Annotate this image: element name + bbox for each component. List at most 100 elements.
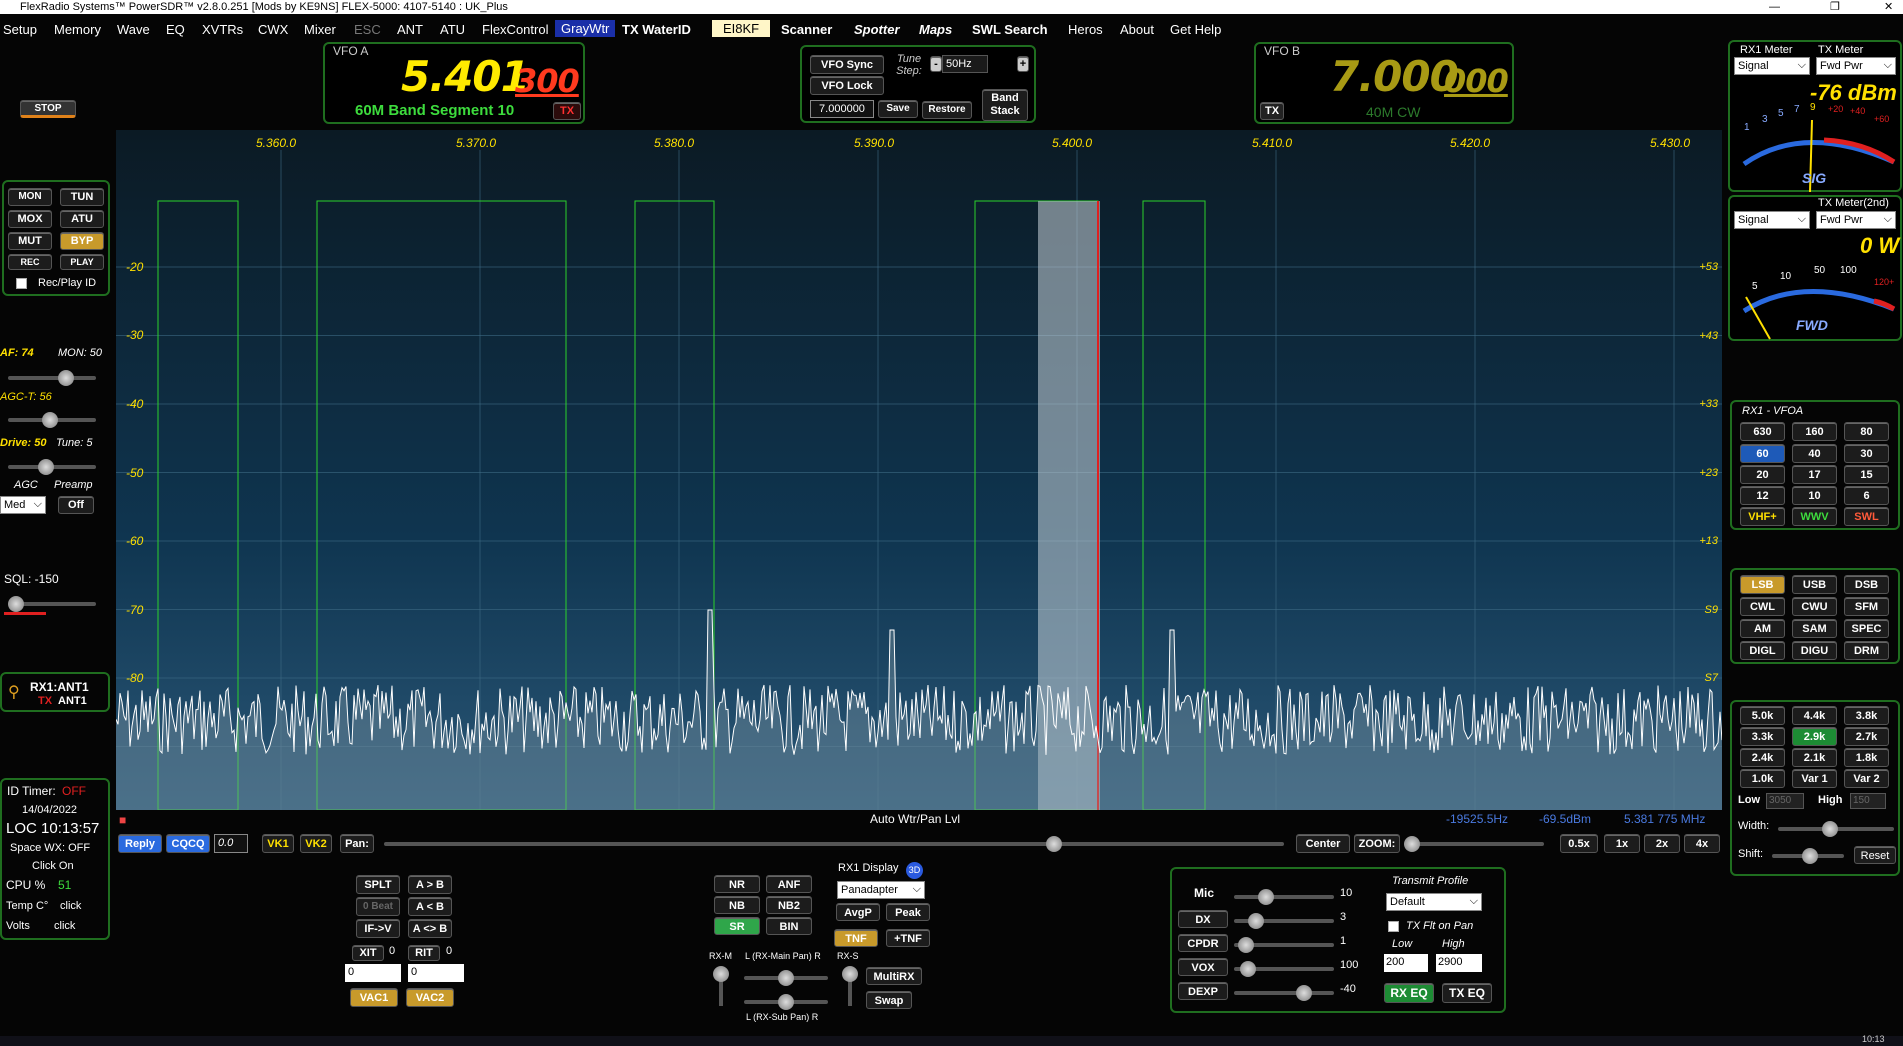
b-to-a-button[interactable]: A < B [408,897,452,916]
band-stack-button[interactable]: Band Stack [982,89,1028,121]
band-160-button[interactable]: 160 [1792,422,1837,441]
mode-am-button[interactable]: AM [1740,619,1785,638]
band-630-button[interactable]: 630 [1740,422,1785,441]
tx-filter-checkbox[interactable] [1388,921,1399,932]
tune-step-value[interactable]: 50Hz [942,55,988,73]
zoom-4x-button[interactable]: 4x [1684,834,1720,853]
tune-step-plus[interactable]: + [1017,56,1029,72]
agct-slider[interactable] [8,412,96,428]
zoom-slider-knob[interactable] [1404,836,1420,852]
mon-button[interactable]: MON [8,188,52,206]
rx-s-slider[interactable] [842,966,858,1006]
mode-drm-button[interactable]: DRM [1844,641,1889,660]
sql-slider-knob[interactable] [8,596,24,612]
filter-var1-button[interactable]: Var 1 [1792,769,1837,788]
mode-sfm-button[interactable]: SFM [1844,597,1889,616]
mox-button[interactable]: MOX [8,210,52,228]
rit-input[interactable]: 0 [408,964,464,982]
nr-button[interactable]: NR [714,875,760,893]
band-20-button[interactable]: 20 [1740,465,1785,484]
main-pan-slider-knob[interactable] [778,970,794,986]
3d-button[interactable]: 3D [906,862,923,879]
cq-number-input[interactable]: 0.0 [214,834,248,853]
menu-memory[interactable]: Memory [54,22,101,37]
bin-button[interactable]: BIN [766,917,812,935]
split-button[interactable]: SPLT [356,875,400,894]
pan-auto-level[interactable]: Auto Wtr/Pan Lvl [870,812,960,826]
filter-high-input[interactable]: 150 [1850,793,1886,809]
filter-shift-slider-knob[interactable] [1802,848,1818,864]
rx1-meter-select[interactable]: Signal [1734,57,1810,75]
mut-button[interactable]: MUT [8,232,52,250]
dexp-button[interactable]: DEXP [1178,982,1228,1000]
filter-low-input[interactable]: 3050 [1766,793,1804,809]
rx-s-slider-knob[interactable] [842,966,858,982]
menu-esc[interactable]: ESC [354,22,381,37]
maximize-button[interactable]: ❐ [1830,0,1840,14]
menu-graywtr[interactable]: GrayWtr [555,20,616,37]
tune-step-minus[interactable]: - [930,56,942,72]
recplay-checkbox[interactable] [16,278,27,289]
menu-atu[interactable]: ATU [440,22,465,37]
sql-slider[interactable] [8,596,96,612]
nb-button[interactable]: NB [714,896,760,914]
dx-slider[interactable] [1234,913,1334,929]
preamp-button[interactable]: Off [58,496,94,514]
zoom-slider[interactable] [1404,836,1544,852]
band-vhf-button[interactable]: VHF+ [1740,507,1785,526]
byp-button[interactable]: BYP [60,232,104,250]
mic-slider[interactable] [1234,889,1334,905]
vk2-button[interactable]: VK2 [300,834,332,853]
vfo-lock-button[interactable]: VFO Lock [810,76,884,95]
menu-scanner[interactable]: Scanner [781,22,832,37]
swap-button[interactable]: Swap [866,991,912,1009]
tx-antenna[interactable]: ANT1 [58,695,87,707]
filter-var2-button[interactable]: Var 2 [1844,769,1889,788]
tx2-meter-select-2[interactable]: Fwd Pwr [1816,211,1896,229]
zero-beat-button[interactable]: 0 Beat [356,897,400,916]
memory-freq-input[interactable]: 7.000000 [810,100,874,118]
zoom-button[interactable]: ZOOM: [1354,834,1400,853]
peak-button[interactable]: Peak [886,903,930,921]
filter-button[interactable]: 2.4k [1740,748,1785,767]
menu-flexcontrol[interactable]: FlexControl [482,22,548,37]
rx-m-slider-knob[interactable] [713,966,729,982]
if-to-v-button[interactable]: IF->V [356,919,400,938]
vk1-button[interactable]: VK1 [262,834,294,853]
agct-slider-knob[interactable] [42,412,58,428]
menu-get-help[interactable]: Get Help [1170,22,1221,37]
camera-icon[interactable]: ■ [119,813,126,827]
sr-button[interactable]: SR [714,917,760,935]
menu-about[interactable]: About [1120,22,1154,37]
zoom-05x-button[interactable]: 0.5x [1560,834,1598,853]
mic-slider-knob[interactable] [1258,889,1274,905]
filter-button[interactable]: 1.0k [1740,769,1785,788]
add-tnf-button[interactable]: +TNF [886,929,930,947]
pan-button[interactable]: Pan: [340,834,374,853]
vfo-a-freq-sub[interactable]: 300 [515,62,580,100]
vox-slider-knob[interactable] [1240,961,1256,977]
restore-button[interactable]: Restore [922,101,972,119]
zoom-1x-button[interactable]: 1x [1604,834,1640,853]
band-40-button[interactable]: 40 [1792,444,1837,463]
menu-wave[interactable]: Wave [117,22,150,37]
mode-lsb-button[interactable]: LSB [1740,575,1785,594]
xit-button[interactable]: XIT [352,945,384,961]
click-on[interactable]: Click On [32,860,74,872]
xit-input[interactable]: 0 [345,964,401,982]
menu-setup[interactable]: Setup [3,22,37,37]
mode-spec-button[interactable]: SPEC [1844,619,1889,638]
vfo-a-tx-button[interactable]: TX [553,102,581,120]
band-12-button[interactable]: 12 [1740,486,1785,505]
vac2-button[interactable]: VAC2 [406,988,454,1007]
vfo-a-freq-main[interactable]: 5.401 [401,52,530,101]
menu-tx-waterid[interactable]: TX WaterID [622,22,691,37]
vfo-sync-button[interactable]: VFO Sync [810,55,884,74]
panadapter-display[interactable]: 5.360.0 5.370.0 5.380.0 5.390.0 5.400.0 … [116,130,1722,810]
mode-usb-button[interactable]: USB [1792,575,1837,594]
dx-button[interactable]: DX [1178,910,1228,928]
drive-slider[interactable] [8,459,96,475]
menu-mixer[interactable]: Mixer [304,22,336,37]
drive-slider-knob[interactable] [38,459,54,475]
vfo-b-tx-button[interactable]: TX [1260,102,1284,120]
